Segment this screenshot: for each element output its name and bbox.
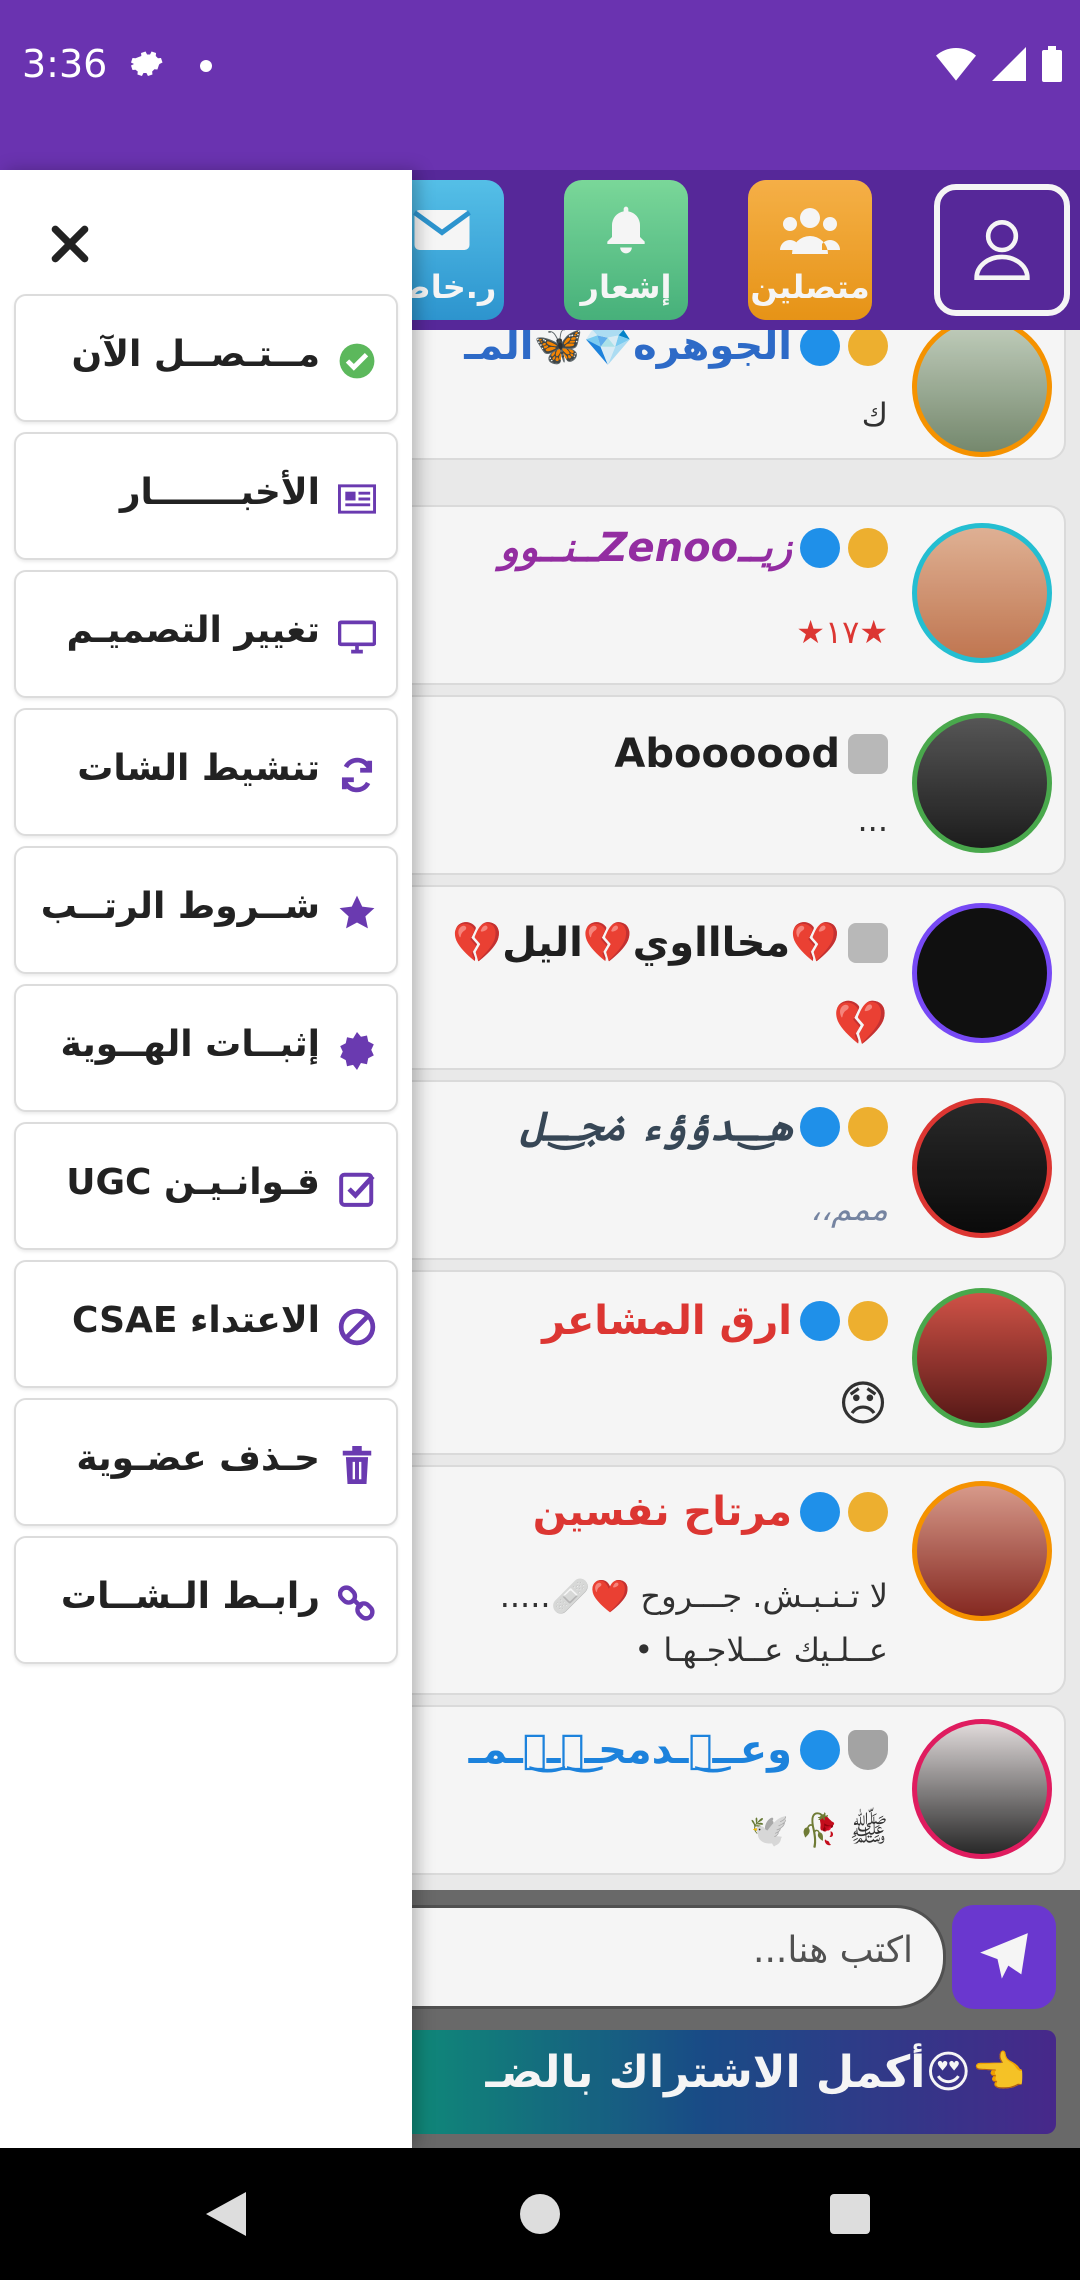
menu-online-now[interactable]: مــتـصــل الآن (14, 294, 398, 422)
status-bar: 3:36 (0, 0, 1080, 170)
link-icon (338, 1584, 376, 1622)
notification-dot-icon (200, 60, 212, 72)
menu-change-theme[interactable]: تغيير التصميـم (14, 570, 398, 698)
status-time: 3:36 (22, 42, 108, 86)
back-icon[interactable] (206, 2192, 246, 2236)
menu-refresh-chat[interactable]: تنشيط الشات (14, 708, 398, 836)
menu-label: حـذف عضـوية (76, 1438, 320, 1479)
menu-label: الاعتداء CSAE (72, 1300, 320, 1341)
newspaper-icon (338, 480, 376, 518)
certificate-icon (338, 1032, 376, 1070)
wifi-icon (936, 48, 976, 81)
menu-label: تغيير التصميـم (66, 610, 320, 651)
menu-chat-link[interactable]: رابـط الـشــات (14, 1536, 398, 1664)
trash-icon (338, 1446, 376, 1484)
menu-label: مــتـصــل الآن (71, 334, 320, 375)
menu-label: شــروط الرتــب (40, 886, 320, 927)
signal-icon (992, 47, 1026, 81)
close-icon[interactable] (48, 222, 92, 266)
refresh-icon (338, 756, 376, 794)
menu-rank-terms[interactable]: شــروط الرتــب (14, 846, 398, 974)
menu-news[interactable]: الأخبـــــــار (14, 432, 398, 560)
battery-icon (1042, 46, 1062, 82)
system-nav-bar (0, 2148, 1080, 2280)
menu-label: رابـط الـشــات (60, 1576, 320, 1617)
menu-identity-verification[interactable]: إثبــات الهــوية (14, 984, 398, 1112)
menu-csae[interactable]: الاعتداء CSAE (14, 1260, 398, 1388)
side-drawer: مــتـصــل الآن الأخبـــــــار تغيير التص… (0, 170, 412, 2148)
star-icon (338, 894, 376, 932)
home-icon[interactable] (520, 2194, 560, 2234)
ban-icon (338, 1308, 376, 1346)
menu-label: قـوانـيـن UGC (66, 1162, 320, 1203)
recents-icon[interactable] (830, 2194, 870, 2234)
menu-ugc-rules[interactable]: قـوانـيـن UGC (14, 1122, 398, 1250)
menu-label: الأخبـــــــار (119, 472, 320, 513)
check-circle-icon (338, 342, 376, 380)
checkbox-icon (338, 1170, 376, 1208)
menu-label: إثبــات الهــوية (60, 1024, 320, 1065)
menu-delete-membership[interactable]: حـذف عضـوية (14, 1398, 398, 1526)
monitor-icon (338, 618, 376, 656)
settings-gear-icon (131, 51, 163, 76)
menu-label: تنشيط الشات (77, 748, 320, 789)
